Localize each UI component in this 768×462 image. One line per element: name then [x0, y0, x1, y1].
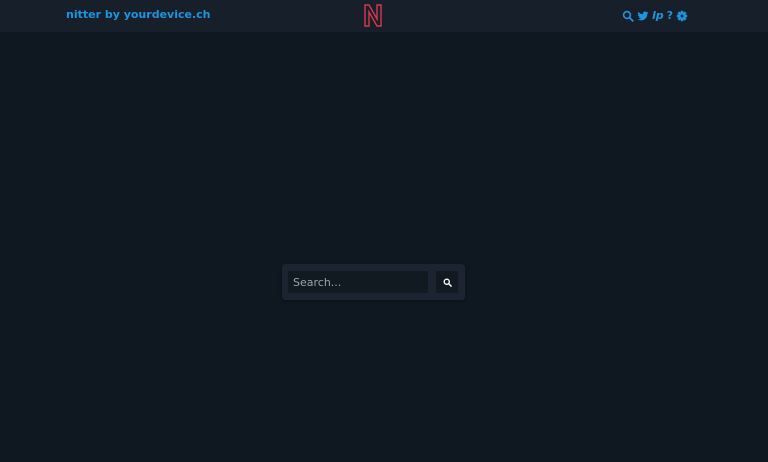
gear-icon[interactable]: [676, 9, 688, 23]
search-icon: [443, 275, 452, 290]
rss-icon[interactable]: lp: [652, 9, 664, 23]
nav-icons: lp ?: [622, 9, 691, 23]
search-icon[interactable]: [622, 9, 634, 23]
search-button[interactable]: [436, 271, 458, 293]
help-icon[interactable]: ?: [667, 9, 673, 23]
twitter-bird-icon[interactable]: [637, 9, 649, 23]
navbar: nitter by yourdevice.ch lp ?: [0, 0, 768, 32]
site-brand-link[interactable]: nitter by yourdevice.ch: [66, 8, 210, 21]
search-input[interactable]: [288, 271, 428, 293]
nitter-logo-icon[interactable]: [362, 3, 384, 28]
search-panel: [282, 264, 465, 300]
